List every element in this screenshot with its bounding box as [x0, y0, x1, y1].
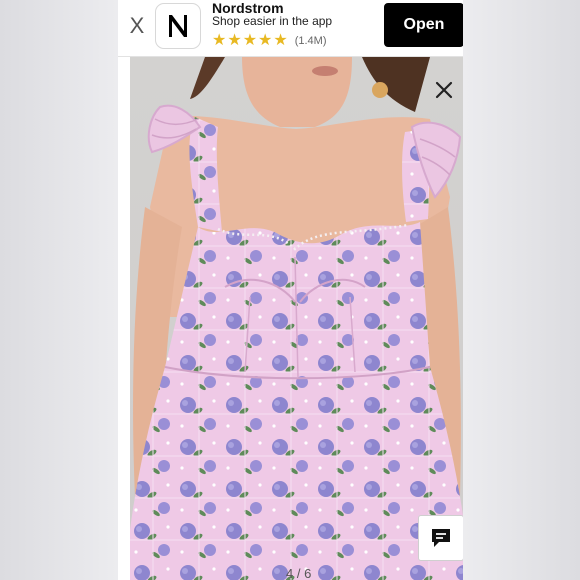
close-icon[interactable]: [433, 79, 455, 101]
rating: ★ ★ ★ ★ ★ (1.4M): [212, 33, 327, 49]
app-subtitle: Shop easier in the app: [212, 14, 333, 28]
background-right: [463, 0, 580, 580]
star-icon: ★: [258, 32, 273, 49]
phone-screen: X Nordstrom Shop easier in the app ★ ★ ★…: [118, 0, 463, 580]
rating-count: (1.4M): [294, 35, 327, 47]
image-counter: 4 / 6: [286, 566, 312, 580]
product-photo[interactable]: [130, 57, 463, 580]
star-icon: ★: [273, 32, 288, 49]
chat-button[interactable]: [418, 515, 463, 561]
open-app-button[interactable]: Open: [384, 3, 463, 47]
star-icon: ★: [242, 32, 258, 49]
star-icon: ★: [212, 32, 227, 49]
app-icon[interactable]: [155, 3, 201, 49]
dress-model-image: [130, 57, 463, 580]
chat-icon: [432, 529, 450, 547]
app-banner: X Nordstrom Shop easier in the app ★ ★ ★…: [118, 0, 463, 57]
banner-close-button[interactable]: X: [126, 12, 148, 40]
star-icon: ★: [227, 32, 242, 49]
background-left: [0, 0, 118, 580]
nordstrom-logo-icon: [169, 15, 187, 37]
